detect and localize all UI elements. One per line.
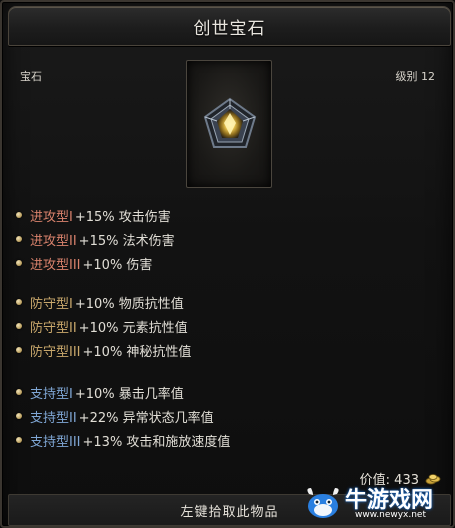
stat-effect: +15% 法术伤害 [78, 233, 175, 249]
attack-stats: 进攻型I +15% 攻击伤害 进攻型II +15% 法术伤害 进攻型III +1… [16, 203, 175, 275]
item-tooltip-panel: 创世宝石 宝石 级别 12 进攻型I +15% 攻击伤害 进攻型II +15% … [0, 0, 455, 528]
price-label: 价值: 433 [359, 473, 419, 488]
stat-type: 进攻型I [30, 209, 73, 225]
stat-effect: +10% 伤害 [82, 257, 153, 273]
stat-type: 防守型I [30, 296, 73, 312]
stat-effect: +10% 物质抗性值 [74, 296, 184, 312]
item-level-label: 级别 12 [395, 70, 436, 83]
pickup-action-bar[interactable]: 左键拾取此物品 [8, 494, 451, 526]
stat-row: 进攻型I +15% 攻击伤害 [16, 203, 175, 227]
pickup-action-label: 左键拾取此物品 [180, 504, 279, 520]
stat-effect: +22% 异常状态几率值 [78, 410, 214, 426]
stat-row: 支持型III +13% 攻击和施放速度值 [16, 428, 230, 452]
stat-type: 进攻型II [30, 233, 77, 249]
item-title: 创世宝石 [193, 18, 266, 39]
bullet-icon [16, 413, 22, 419]
stat-type: 支持型III [30, 434, 81, 450]
bullet-icon [16, 323, 22, 329]
bullet-icon [16, 347, 22, 353]
item-type-label: 宝石 [20, 70, 42, 83]
stat-row: 进攻型III +10% 伤害 [16, 251, 175, 275]
item-price: 价值: 433 [360, 469, 441, 488]
crystal-gem-icon [203, 97, 257, 148]
bullet-icon [16, 260, 22, 266]
gold-coins-icon [425, 473, 441, 484]
bullet-icon [16, 437, 22, 443]
stat-row: 防守型II +10% 元素抗性值 [16, 314, 191, 338]
title-bar: 创世宝石 [8, 6, 451, 46]
stat-type: 防守型III [30, 344, 81, 360]
stat-effect: +10% 神秘抗性值 [82, 344, 192, 360]
bullet-icon [16, 236, 22, 242]
stat-type: 支持型II [30, 410, 77, 426]
stat-effect: +10% 暴击几率值 [74, 386, 184, 402]
defense-stats: 防守型I +10% 物质抗性值 防守型II +10% 元素抗性值 防守型III … [16, 290, 191, 362]
bullet-icon [16, 389, 22, 395]
stat-effect: +10% 元素抗性值 [78, 320, 188, 336]
bullet-icon [16, 212, 22, 218]
item-icon-slot [186, 60, 272, 188]
stat-row: 防守型III +10% 神秘抗性值 [16, 338, 191, 362]
stat-type: 进攻型III [30, 257, 81, 273]
stat-effect: +13% 攻击和施放速度值 [82, 434, 231, 450]
stat-row: 支持型II +22% 异常状态几率值 [16, 404, 230, 428]
stat-row: 防守型I +10% 物质抗性值 [16, 290, 191, 314]
stat-type: 支持型I [30, 386, 73, 402]
stat-effect: +15% 攻击伤害 [74, 209, 171, 225]
bullet-icon [16, 299, 22, 305]
support-stats: 支持型I +10% 暴击几率值 支持型II +22% 异常状态几率值 支持型II… [16, 380, 230, 452]
stat-row: 进攻型II +15% 法术伤害 [16, 227, 175, 251]
stat-row: 支持型I +10% 暴击几率值 [16, 380, 230, 404]
stat-type: 防守型II [30, 320, 77, 336]
